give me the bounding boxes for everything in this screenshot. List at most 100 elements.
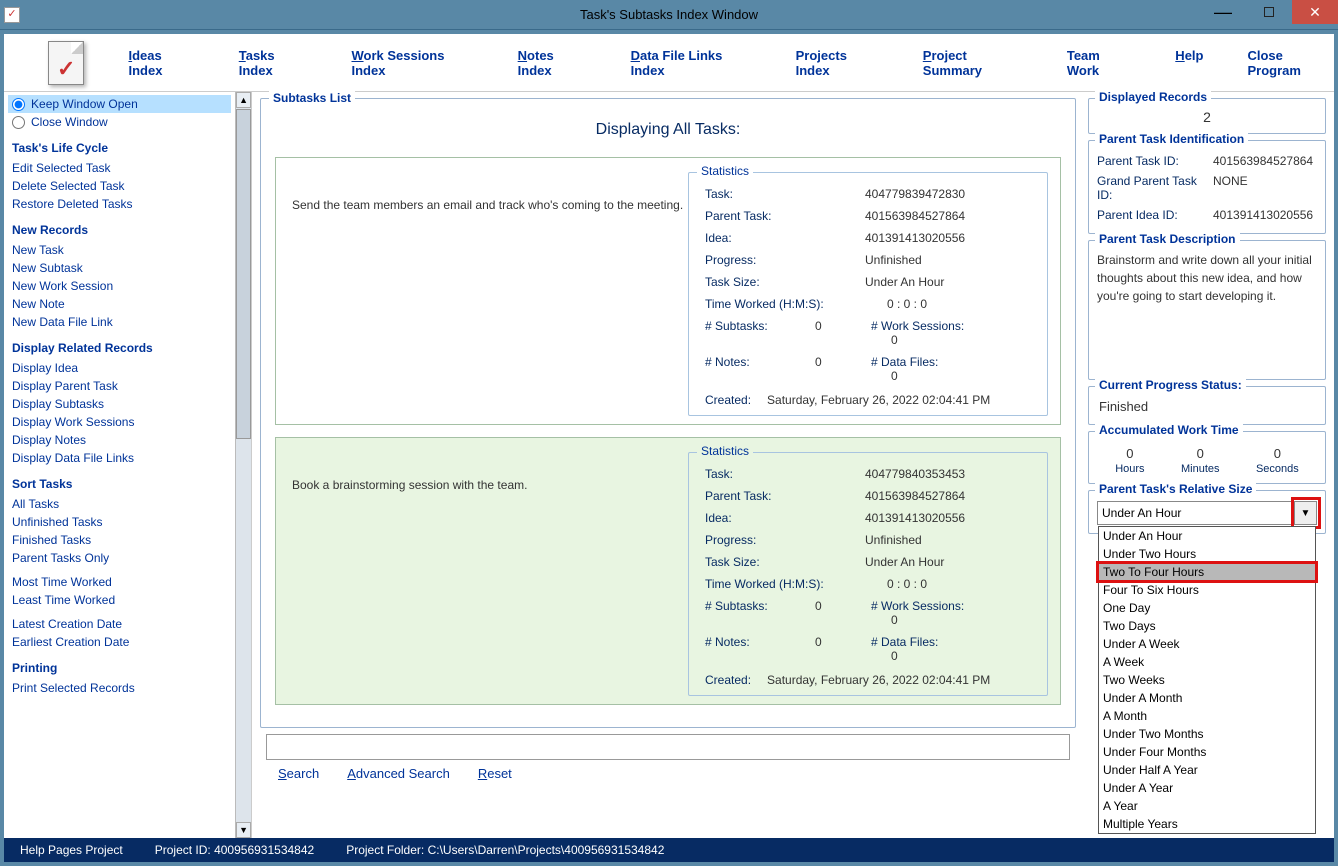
status-project-folder: Project Folder: C:\Users\Darren\Projects… [346,843,664,857]
link-advanced-search[interactable]: Advanced Search [347,766,450,781]
parent-task-id-label: Parent Task ID: [1097,154,1213,168]
menu-data-file-links-index[interactable]: Data File Links Index [631,48,752,78]
size-option[interactable]: Under Two Months [1099,725,1315,743]
size-option[interactable]: One Day [1099,599,1315,617]
link-display-notes[interactable]: Display Notes [8,431,231,449]
displayed-records-panel: Displayed Records 2 [1088,98,1326,134]
link-parent-tasks-only[interactable]: Parent Tasks Only [8,549,231,567]
main-toolbar: Ideas Index Tasks Index Work Sessions In… [4,34,1334,92]
accumulated-work-time-panel: Accumulated Work Time 0Hours 0Minutes 0S… [1088,431,1326,484]
maximize-button[interactable] [1246,0,1292,24]
link-edit-selected-task[interactable]: Edit Selected Task [8,159,231,177]
menu-notes-index[interactable]: Notes Index [518,48,587,78]
size-option[interactable]: Four To Six Hours [1099,581,1315,599]
task-statistics: Statistics Task:404779840353453 Parent T… [688,452,1048,696]
parent-id-legend: Parent Task Identification [1095,132,1248,146]
group-printing: Printing [12,661,227,675]
size-option[interactable]: Two To Four Hours [1099,563,1315,581]
link-least-time-worked[interactable]: Least Time Worked [8,591,231,609]
grand-parent-task-id-value: NONE [1213,174,1248,202]
link-new-data-file-link[interactable]: New Data File Link [8,313,231,331]
sidebar-scrollbar[interactable]: ▲ ▼ [235,92,251,838]
size-option[interactable]: Two Days [1099,617,1315,635]
size-option[interactable]: A Year [1099,797,1315,815]
subtasks-list-legend: Subtasks List [269,91,355,105]
size-selected-value: Under An Hour [1098,506,1294,520]
cps-value: Finished [1097,397,1317,416]
menu-project-summary[interactable]: Project Summary [923,48,1023,78]
link-display-data-file-links[interactable]: Display Data File Links [8,449,231,467]
radio-close-window[interactable]: Close Window [8,113,231,131]
menu-help[interactable]: Help [1175,48,1203,78]
radio-keep-window-open[interactable]: KKeep Window Openeep Window Open [8,95,231,113]
parent-idea-id-label: Parent Idea ID: [1097,208,1213,222]
size-option[interactable]: Under Half A Year [1099,761,1315,779]
menu-projects-index[interactable]: Projects Index [796,48,879,78]
task-card[interactable]: Book a brainstorming session with the te… [275,437,1061,705]
link-unfinished-tasks[interactable]: Unfinished Tasks [8,513,231,531]
size-option[interactable]: A Week [1099,653,1315,671]
link-all-tasks[interactable]: All Tasks [8,495,231,513]
link-print-selected-records[interactable]: Print Selected Records [8,679,231,697]
menu-team-work[interactable]: Team Work [1067,48,1131,78]
app-titlebar-icon: ✓ [4,7,20,23]
group-display-related: Display Related Records [12,341,227,355]
menu-close-program[interactable]: Close Program [1247,48,1334,78]
size-option[interactable]: Multiple Years [1099,815,1315,833]
size-option[interactable]: Under An Hour [1099,527,1315,545]
status-project-id: Project ID: 400956931534842 [155,843,314,857]
task-card[interactable]: Send the team members an email and track… [275,157,1061,425]
link-most-time-worked[interactable]: Most Time Worked [8,573,231,591]
awt-seconds-label: Seconds [1256,463,1299,475]
menu-work-sessions-index[interactable]: Work Sessions Index [352,48,474,78]
awt-minutes-label: Minutes [1181,463,1220,475]
status-help-project: Help Pages Project [20,843,123,857]
chevron-down-icon[interactable]: ▼ [1294,502,1316,524]
parent-desc-legend: Parent Task Description [1095,232,1240,246]
size-option[interactable]: Under A Month [1099,689,1315,707]
link-new-subtask[interactable]: New Subtask [8,259,231,277]
size-option[interactable]: Under Two Hours [1099,545,1315,563]
link-search[interactable]: Search [278,766,319,781]
task-description: Send the team members an email and track… [288,172,688,416]
size-option[interactable]: Under A Week [1099,635,1315,653]
link-earliest-creation-date[interactable]: Earliest Creation Date [8,633,231,651]
stats-legend: Statistics [697,444,753,458]
link-reset[interactable]: Reset [478,766,512,781]
link-display-work-sessions[interactable]: Display Work Sessions [8,413,231,431]
menu-ideas-index[interactable]: Ideas Index [128,48,194,78]
close-button[interactable]: ✕ [1292,0,1338,24]
subtasks-list-panel: Subtasks List Displaying All Tasks: Send… [260,98,1076,728]
link-latest-creation-date[interactable]: Latest Creation Date [8,615,231,633]
scroll-down-icon[interactable]: ▼ [236,822,251,838]
size-combobox[interactable]: Under An Hour ▼ Under An HourUnder Two H… [1097,501,1317,525]
awt-hours-label: Hours [1115,463,1144,475]
cps-legend: Current Progress Status: [1095,378,1246,392]
link-delete-selected-task[interactable]: Delete Selected Task [8,177,231,195]
parent-desc-text: Brainstorm and write down all your initi… [1097,251,1317,351]
link-new-task[interactable]: New Task [8,241,231,259]
size-option[interactable]: A Month [1099,707,1315,725]
search-input[interactable] [266,734,1070,760]
link-display-subtasks[interactable]: Display Subtasks [8,395,231,413]
group-sort-tasks: Sort Tasks [12,477,227,491]
link-new-work-session[interactable]: New Work Session [8,277,231,295]
link-restore-deleted-tasks[interactable]: Restore Deleted Tasks [8,195,231,213]
size-option[interactable]: Under A Year [1099,779,1315,797]
minimize-button[interactable]: — [1200,0,1246,24]
scroll-up-icon[interactable]: ▲ [236,92,251,108]
parent-task-description-panel: Parent Task Description Brainstorm and w… [1088,240,1326,380]
parent-task-size-panel: Parent Task's Relative Size Under An Hou… [1088,490,1326,534]
size-option[interactable]: Under Four Months [1099,743,1315,761]
status-bar: Help Pages Project Project ID: 400956931… [4,838,1334,862]
link-new-note[interactable]: New Note [8,295,231,313]
group-task-life-cycle: Task's Life Cycle [12,141,227,155]
scroll-thumb[interactable] [236,109,251,439]
awt-hours: 0 [1115,446,1144,461]
link-display-parent-task[interactable]: Display Parent Task [8,377,231,395]
link-finished-tasks[interactable]: Finished Tasks [8,531,231,549]
menu-tasks-index[interactable]: Tasks Index [239,48,308,78]
link-display-idea[interactable]: Display Idea [8,359,231,377]
size-dropdown-list[interactable]: Under An HourUnder Two HoursTwo To Four … [1098,526,1316,834]
size-option[interactable]: Two Weeks [1099,671,1315,689]
